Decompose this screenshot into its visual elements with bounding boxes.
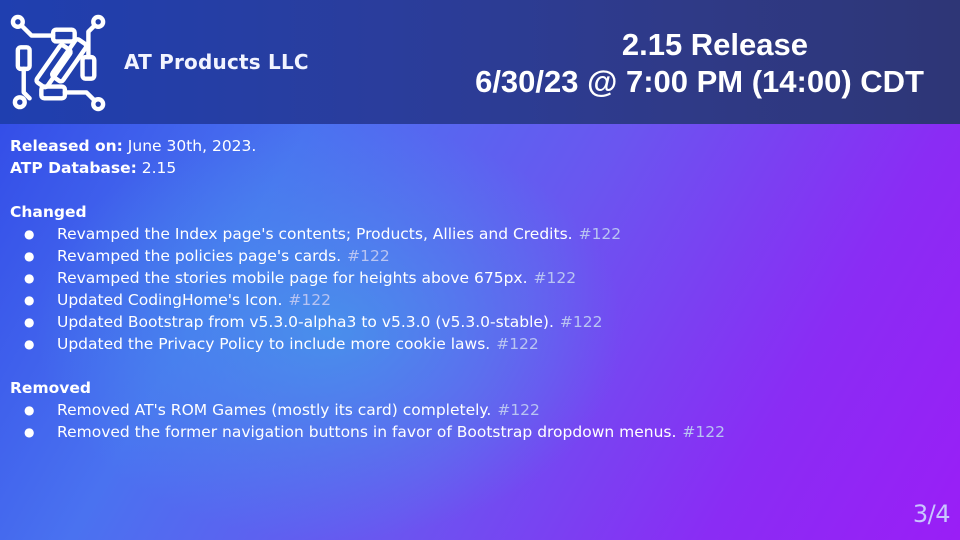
list-item: ● Updated Bootstrap from v5.3.0-alpha3 to…: [10, 311, 910, 333]
list-item-text: Updated Bootstrap from v5.3.0-alpha3 to …: [57, 313, 554, 331]
bullet-icon: ●: [24, 271, 35, 285]
list-item: ● Revamped the policies page's cards. #122: [10, 245, 910, 267]
list-item-text: Revamped the Index page's contents; Prod…: [57, 225, 573, 243]
issue-reference: #122: [288, 291, 331, 309]
list-item: ● Removed AT's ROM Games (mostly its card…: [10, 399, 910, 421]
bullet-icon: ●: [24, 249, 35, 263]
issue-reference: #122: [533, 269, 577, 287]
issue-reference: #122: [682, 423, 725, 441]
at-products-logo-icon: [10, 14, 106, 112]
list-item: ● Updated CodingHome's Icon. #122: [10, 289, 910, 311]
list-item-text: Revamped the policies page's cards.: [57, 247, 342, 265]
list-item-text: Removed the former navigation buttons in…: [57, 423, 677, 441]
database-version-line: ATP Database: 2.15: [10, 157, 910, 179]
list-item: ● Updated the Privacy Policy to include m…: [10, 333, 910, 355]
bullet-icon: ●: [24, 337, 35, 351]
database-label: ATP Database:: [10, 159, 137, 177]
list-item: ● Removed the former navigation buttons i…: [10, 421, 910, 443]
bullet-icon: ●: [24, 227, 35, 241]
issue-reference: #122: [496, 335, 539, 353]
changed-heading: Changed: [10, 203, 87, 221]
release-notes: Released on: June 30th, 2023. ATP Databa…: [10, 135, 910, 443]
bullet-icon: ●: [24, 293, 35, 307]
issue-reference: #122: [559, 313, 603, 331]
changed-list: ● Revamped the Index page's contents; Pro…: [10, 223, 910, 355]
release-title: 2.15 Release: [621, 27, 808, 62]
company-name: AT Products LLC: [124, 50, 309, 74]
page-number: 3/4: [912, 500, 951, 528]
list-item-text: Updated the Privacy Policy to include mo…: [57, 335, 491, 353]
list-item-text: Updated CodingHome's Icon.: [57, 291, 283, 309]
released-on-line: Released on: June 30th, 2023.: [10, 135, 910, 157]
list-item: ● Revamped the stories mobile page for he…: [10, 267, 910, 289]
issue-reference: #122: [347, 247, 390, 265]
list-item-text: Revamped the stories mobile page for hei…: [57, 269, 528, 287]
issue-reference: #122: [578, 225, 622, 243]
released-on-label: Released on:: [10, 137, 123, 155]
bullet-icon: ●: [24, 403, 35, 417]
released-on-value: June 30th, 2023.: [127, 137, 257, 155]
bullet-icon: ●: [24, 425, 35, 439]
issue-reference: #122: [497, 401, 540, 419]
header-bar: AT Products LLC 2.15 Release 6/30/23 @ 7…: [0, 0, 960, 124]
database-value: 2.15: [141, 159, 177, 177]
list-item-text: Removed AT's ROM Games (mostly its card)…: [57, 401, 492, 419]
removed-list: ● Removed AT's ROM Games (mostly its card…: [10, 399, 910, 443]
removed-heading: Removed: [10, 379, 91, 397]
list-item: ● Revamped the Index page's contents; Pro…: [10, 223, 910, 245]
bullet-icon: ●: [24, 315, 35, 329]
release-datetime: 6/30/23 @ 7:00 PM (14:00) CDT: [475, 64, 924, 99]
